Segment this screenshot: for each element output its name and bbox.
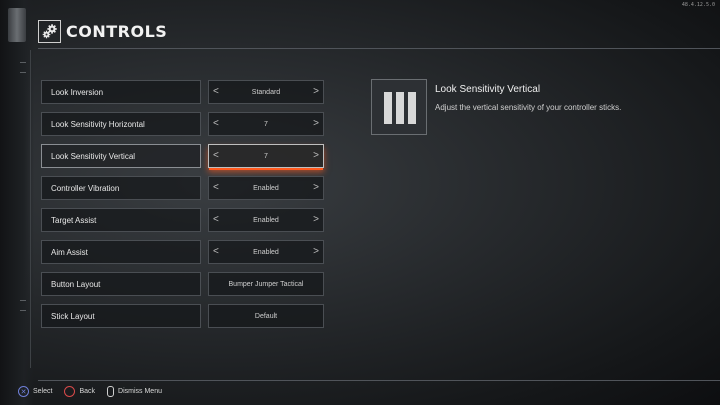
- setting-value[interactable]: 7 < >: [208, 112, 324, 136]
- setting-value[interactable]: Enabled < >: [208, 176, 324, 200]
- setting-label[interactable]: Aim Assist: [41, 240, 201, 264]
- setting-row[interactable]: Target Assist Enabled < >: [41, 208, 325, 234]
- dismiss-prompt[interactable]: Dismiss Menu: [107, 386, 162, 397]
- decor-tick: [20, 310, 26, 311]
- chevron-right-icon[interactable]: >: [313, 214, 319, 226]
- chevron-left-icon[interactable]: <: [213, 182, 219, 194]
- select-prompt[interactable]: ✕ Select: [18, 386, 52, 397]
- setting-label[interactable]: Controller Vibration: [41, 176, 201, 200]
- chevron-right-icon[interactable]: >: [313, 246, 319, 258]
- gears-icon: [38, 19, 61, 43]
- cross-button-icon: ✕: [18, 386, 29, 397]
- chevron-right-icon[interactable]: >: [313, 86, 319, 98]
- setting-row[interactable]: Look Sensitivity Vertical 7 < >: [41, 144, 325, 170]
- setting-row[interactable]: Button Layout Bumper Jumper Tactical: [41, 272, 325, 298]
- setting-row[interactable]: Aim Assist Enabled < >: [41, 240, 325, 266]
- setting-value-text: Enabled: [253, 184, 279, 192]
- setting-value[interactable]: Enabled < >: [208, 208, 324, 232]
- chevron-left-icon[interactable]: <: [213, 214, 219, 226]
- dismiss-label: Dismiss Menu: [118, 388, 162, 395]
- back-prompt[interactable]: Back: [64, 386, 95, 397]
- circle-button-icon: [64, 386, 76, 397]
- setting-label[interactable]: Look Inversion: [41, 80, 201, 104]
- setting-row[interactable]: Look Sensitivity Horizontal 7 < >: [41, 112, 325, 138]
- detail-title: Look Sensitivity Vertical: [435, 84, 541, 95]
- page-header: CONTROLS: [38, 16, 167, 46]
- controller-sticks-icon: [371, 79, 427, 135]
- setting-label[interactable]: Target Assist: [41, 208, 201, 232]
- chevron-left-icon[interactable]: <: [213, 150, 219, 162]
- setting-value[interactable]: Bumper Jumper Tactical: [208, 272, 324, 296]
- header-divider: [38, 48, 720, 49]
- chevron-right-icon[interactable]: >: [313, 118, 319, 130]
- setting-value[interactable]: Enabled < >: [208, 240, 324, 264]
- left-decor-bar: [0, 0, 34, 405]
- select-label: Select: [33, 388, 53, 395]
- version-label: 48.4.12.5.0: [681, 2, 715, 8]
- chevron-left-icon[interactable]: <: [213, 246, 219, 258]
- setting-label[interactable]: Look Sensitivity Horizontal: [41, 112, 201, 136]
- setting-value-text: Enabled: [253, 216, 279, 224]
- setting-value[interactable]: Default: [208, 304, 324, 328]
- chevron-left-icon[interactable]: <: [213, 86, 219, 98]
- setting-label[interactable]: Look Sensitivity Vertical: [41, 144, 201, 168]
- options-button-icon: [107, 386, 115, 397]
- chevron-left-icon[interactable]: <: [213, 118, 219, 130]
- decor-tick: [20, 62, 26, 63]
- decor-tick: [20, 300, 26, 301]
- detail-description: Adjust the vertical sensitivity of your …: [435, 103, 622, 112]
- setting-row[interactable]: Stick Layout Default: [41, 304, 325, 330]
- setting-value-text: 7: [264, 120, 268, 128]
- setting-row[interactable]: Look Inversion Standard < >: [41, 80, 325, 106]
- back-label: Back: [79, 388, 96, 395]
- setting-value[interactable]: Standard < >: [208, 80, 324, 104]
- left-divider: [30, 50, 31, 368]
- setting-row[interactable]: Controller Vibration Enabled < >: [41, 176, 325, 202]
- setting-value-text: 7: [264, 152, 268, 160]
- setting-value-text: Standard: [251, 88, 281, 96]
- page-title: CONTROLS: [66, 21, 168, 41]
- setting-value-text: Bumper Jumper Tactical: [228, 280, 304, 288]
- pillar-decor: [8, 8, 26, 42]
- footer-divider: [38, 380, 720, 381]
- chevron-right-icon[interactable]: >: [313, 182, 319, 194]
- chevron-right-icon[interactable]: >: [313, 150, 319, 162]
- setting-value-text: Enabled: [253, 248, 279, 256]
- setting-label[interactable]: Button Layout: [41, 272, 201, 296]
- setting-label[interactable]: Stick Layout: [41, 304, 201, 328]
- setting-value-text: Default: [254, 312, 278, 320]
- button-prompts: ✕ Select Back Dismiss Menu: [18, 386, 174, 397]
- decor-tick: [20, 72, 26, 73]
- setting-value[interactable]: 7 < >: [208, 144, 324, 168]
